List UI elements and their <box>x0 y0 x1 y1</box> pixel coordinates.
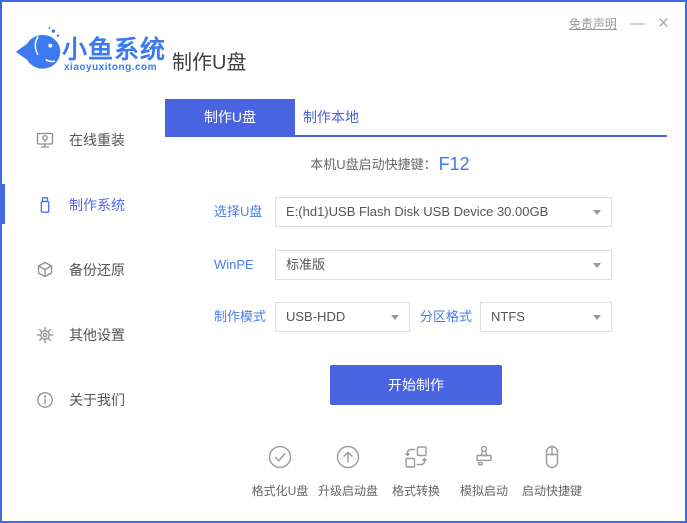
close-button[interactable]: × <box>658 14 669 33</box>
winpe-select-label: WinPE <box>214 257 254 272</box>
tool-label: 格式转换 <box>391 484 440 498</box>
make-mode-value: USB-HDD <box>286 309 346 324</box>
app-window: 小鱼系统 xiaoyuxitong.com 制作U盘 免责声明 — × 在线重装… <box>0 0 687 523</box>
upgrade-arrow-icon <box>335 444 361 475</box>
sidebar-item-online-reinstall[interactable]: 在线重装 <box>2 107 162 172</box>
tool-boot-hotkey[interactable]: 启动快捷键 <box>521 444 584 499</box>
tool-label: 模拟启动 <box>459 484 508 498</box>
hotkey-label: 本机U盘启动快捷键： <box>310 157 437 172</box>
sidebar-item-label: 其他设置 <box>69 326 125 343</box>
usb-drive-icon <box>36 196 54 214</box>
main-content: 制作U盘 制作本地 本机U盘启动快捷键： F12 选择U盘 E:(hd1)USB … <box>165 99 667 519</box>
sidebar-item-label: 制作系统 <box>69 196 125 213</box>
sidebar-item-other-settings[interactable]: 其他设置 <box>2 302 162 367</box>
backup-box-icon <box>36 261 54 279</box>
sidebar-item-label: 关于我们 <box>69 391 125 408</box>
partition-format-select[interactable]: NTFS <box>480 302 612 332</box>
start-make-button[interactable]: 开始制作 <box>330 365 502 405</box>
tab-make-local[interactable]: 制作本地 <box>295 99 425 135</box>
tool-simulate-boot[interactable]: 模拟启动 <box>453 444 516 499</box>
chevron-down-icon <box>593 315 601 320</box>
app-name: 小鱼系统 <box>62 36 167 64</box>
footer-toolbar: 格式化U盘 升级启动盘 格式转换 模拟启动 启动快捷键 <box>165 444 667 499</box>
info-icon <box>36 391 54 409</box>
tab-make-usb[interactable]: 制作U盘 <box>165 99 295 135</box>
disclaimer-link[interactable]: 免责声明 <box>569 15 617 32</box>
sidebar: 在线重装 制作系统 备份还原 其他设置 关于我们 <box>2 107 162 432</box>
tool-format-usb[interactable]: 格式化U盘 <box>249 444 312 499</box>
boot-hotkey-line: 本机U盘启动快捷键： F12 <box>165 154 615 175</box>
tool-label: 启动快捷键 <box>521 484 582 498</box>
make-mode-label: 制作模式 <box>214 309 267 324</box>
chevron-down-icon <box>593 210 601 215</box>
sidebar-item-backup-restore[interactable]: 备份还原 <box>2 237 162 302</box>
tool-upgrade-boot-disk[interactable]: 升级启动盘 <box>317 444 380 499</box>
format-check-icon <box>267 444 293 475</box>
chevron-down-icon <box>391 315 399 320</box>
winpe-select[interactable]: 标准版 <box>275 250 612 280</box>
app-domain: xiaoyuxitong.com <box>64 62 158 73</box>
winpe-select-value: 标准版 <box>286 257 326 272</box>
chevron-down-icon <box>593 263 601 268</box>
make-mode-select[interactable]: USB-HDD <box>275 302 410 332</box>
hotkey-mouse-icon <box>539 444 565 475</box>
simulate-stamp-icon <box>471 444 497 475</box>
usb-select-value: E:(hd1)USB Flash Disk USB Device 30.00GB <box>286 204 549 219</box>
sidebar-item-make-system[interactable]: 制作系统 <box>2 172 162 237</box>
usb-select[interactable]: E:(hd1)USB Flash Disk USB Device 30.00GB <box>275 197 612 227</box>
page-title: 制作U盘 <box>172 52 247 74</box>
tab-bar: 制作U盘 制作本地 <box>165 99 667 137</box>
tool-label: 升级启动盘 <box>317 484 378 498</box>
hotkey-value: F12 <box>438 154 470 174</box>
monitor-icon <box>36 131 54 149</box>
partition-format-value: NTFS <box>491 309 525 324</box>
usb-select-label: 选择U盘 <box>214 204 263 219</box>
fish-logo-icon <box>15 27 61 69</box>
partition-format-label: 分区格式 <box>420 309 473 324</box>
convert-icon <box>403 444 429 475</box>
minimize-button[interactable]: — <box>630 16 645 31</box>
sidebar-item-label: 备份还原 <box>69 261 125 278</box>
gear-icon <box>36 326 54 344</box>
sidebar-item-label: 在线重装 <box>69 131 125 148</box>
sidebar-item-about-us[interactable]: 关于我们 <box>2 367 162 432</box>
tool-label: 格式化U盘 <box>251 484 309 498</box>
tool-format-convert[interactable]: 格式转换 <box>385 444 448 499</box>
